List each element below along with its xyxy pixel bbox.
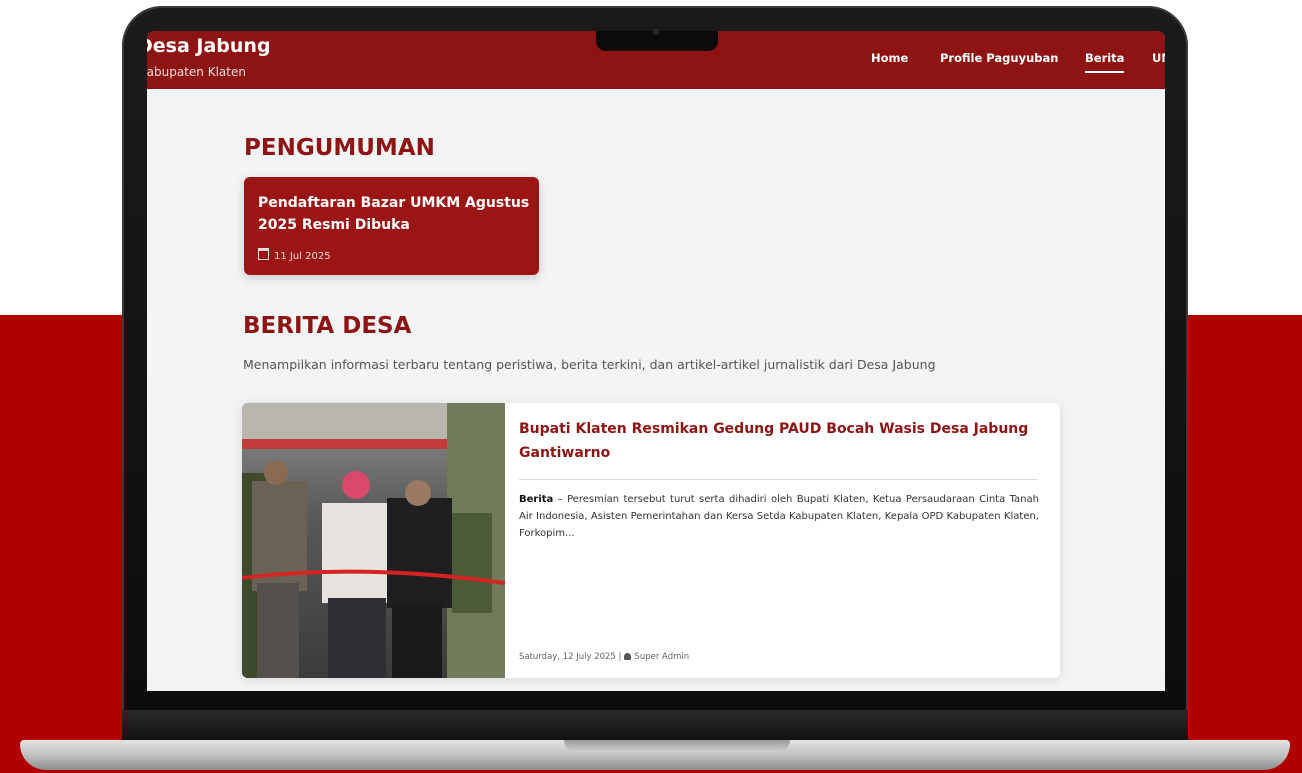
laptop-hinge (122, 710, 1188, 740)
news-title[interactable]: Bupati Klaten Resmikan Gedung PAUD Bocah… (519, 417, 1039, 465)
announcement-date: 11 Jul 2025 (258, 248, 331, 262)
news-category: Berita (519, 494, 554, 505)
news-author: Super Admin (634, 652, 690, 662)
announcement-date-text: 11 Jul 2025 (274, 251, 331, 262)
announcement-title: Pendaftaran Bazar UMKM Agustus 2025 Resm… (258, 195, 530, 233)
news-heading: BERITA DESA (243, 313, 412, 339)
news-meta: Saturday, 12 July 2025 | Super Admin (519, 652, 689, 662)
user-icon (624, 653, 632, 660)
camera-notch (596, 29, 718, 51)
nav-umkm[interactable]: UMKM (1152, 51, 1165, 65)
calendar-icon (258, 248, 269, 260)
main-nav: Home Profile Paguyuban Berita UMKM (147, 51, 1165, 75)
news-divider (519, 479, 1037, 480)
announcements-heading: PENGUMUMAN (244, 135, 435, 161)
news-photo[interactable] (242, 403, 505, 678)
news-excerpt: Berita – Peresmian tersebut turut serta … (519, 491, 1039, 542)
news-excerpt-text: – Peresmian tersebut turut serta dihadir… (519, 494, 1039, 539)
news-description: Menampilkan informasi terbaru tentang pe… (243, 357, 936, 372)
nav-berita[interactable]: Berita (1085, 51, 1125, 73)
nav-home[interactable]: Home (871, 51, 908, 65)
news-body: Bupati Klaten Resmikan Gedung PAUD Bocah… (519, 403, 1039, 678)
camera-icon (653, 29, 659, 35)
laptop-base-notch (564, 740, 790, 752)
laptop-base (20, 740, 1290, 770)
announcement-card[interactable]: Pendaftaran Bazar UMKM Agustus 2025 Resm… (244, 177, 539, 275)
news-photo-illustration (242, 403, 505, 678)
browser-viewport: Desa Jabung Kabupaten Klaten Home Profil… (147, 31, 1165, 691)
nav-profile-paguyuban[interactable]: Profile Paguyuban (940, 51, 1058, 65)
news-card[interactable]: Bupati Klaten Resmikan Gedung PAUD Bocah… (242, 403, 1060, 678)
news-date: Saturday, 12 July 2025 | (519, 652, 622, 662)
